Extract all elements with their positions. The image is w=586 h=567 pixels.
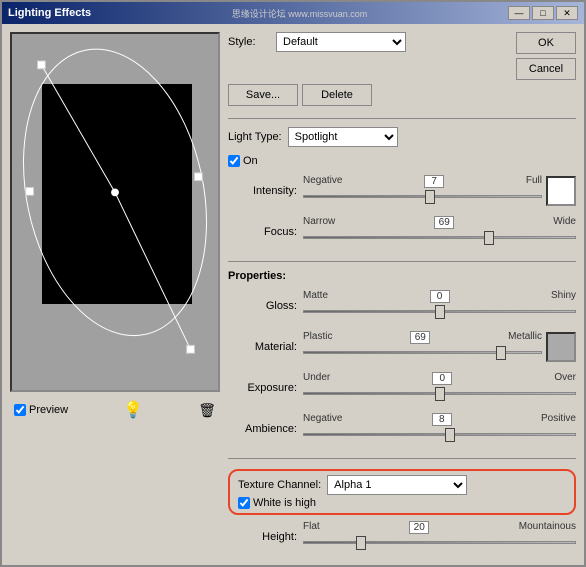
intensity-right-label: Full	[526, 175, 542, 188]
exposure-label: Exposure:	[228, 382, 303, 394]
exposure-right-label: Over	[554, 372, 576, 385]
focus-left-label: Narrow	[303, 216, 335, 229]
right-panel: Style: Default OK Cancel Save... Delete …	[228, 32, 576, 557]
trash-icon[interactable]: 🗑	[198, 402, 216, 419]
height-right-label: Mountainous	[519, 521, 576, 534]
ambience-slider-container: Negative 8 Positive	[303, 413, 576, 444]
light-icon[interactable]: 💡	[123, 400, 143, 420]
intensity-slider-container: Negative 7 Full	[303, 175, 542, 206]
maximize-button[interactable]: □	[532, 6, 554, 20]
title-bar-buttons: — □ ✕	[508, 6, 578, 20]
exposure-row: Exposure: Under 0 Over	[228, 372, 576, 403]
style-select[interactable]: Default	[276, 32, 406, 52]
material-row: Material: Plastic 69 Metallic	[228, 331, 576, 362]
cancel-button[interactable]: Cancel	[516, 58, 576, 80]
ambience-right-label: Positive	[541, 413, 576, 426]
texture-section: Texture Channel: None Alpha 1 Alpha 2 Wh…	[228, 469, 576, 515]
height-row: Height: Flat 20 Mountainous	[228, 521, 576, 552]
white-is-high-label: White is high	[253, 497, 316, 509]
material-left-label: Plastic	[303, 331, 332, 344]
dialog-content: Preview 💡 🗑 Style: Default OK Cancel	[2, 24, 584, 565]
height-label: Height:	[228, 531, 303, 543]
focus-right-label: Wide	[553, 216, 576, 229]
material-slider[interactable]	[303, 345, 542, 359]
preview-label: Preview	[29, 404, 68, 416]
style-label: Style:	[228, 36, 268, 48]
style-row: Style: Default	[228, 32, 406, 52]
close-button[interactable]: ✕	[556, 6, 578, 20]
focus-slider[interactable]	[303, 230, 576, 244]
material-right-label: Metallic	[508, 331, 542, 344]
save-delete-row: Save... Delete	[228, 84, 576, 106]
gloss-slider[interactable]	[303, 304, 576, 318]
intensity-slider[interactable]	[303, 189, 542, 203]
height-slider-container: Flat 20 Mountainous	[303, 521, 576, 552]
texture-channel-label: Texture Channel:	[238, 479, 321, 491]
left-panel: Preview 💡 🗑	[10, 32, 220, 557]
save-button[interactable]: Save...	[228, 84, 298, 106]
ambience-slider[interactable]	[303, 427, 576, 441]
exposure-left-label: Under	[303, 372, 330, 385]
preview-canvas	[10, 32, 220, 392]
ambience-left-label: Negative	[303, 413, 342, 426]
material-slider-container: Plastic 69 Metallic	[303, 331, 542, 362]
intensity-row: Intensity: Negative 7 Full	[228, 175, 576, 206]
gloss-label: Gloss:	[228, 300, 303, 312]
gloss-row: Gloss: Matte 0 Shiny	[228, 290, 576, 321]
ambience-label: Ambience:	[228, 423, 303, 435]
intensity-value: 7	[424, 175, 444, 188]
lighting-effects-dialog: Lighting Effects 思缘设计论坛 www.missvuan.com…	[0, 0, 586, 567]
height-value: 20	[409, 521, 429, 534]
title-bar: Lighting Effects 思缘设计论坛 www.missvuan.com…	[2, 2, 584, 24]
exposure-value: 0	[432, 372, 452, 385]
exposure-slider[interactable]	[303, 386, 576, 400]
delete-button[interactable]: Delete	[302, 84, 372, 106]
focus-slider-container: Narrow 69 Wide	[303, 216, 576, 247]
texture-channel-select[interactable]: None Alpha 1 Alpha 2	[327, 475, 467, 495]
material-label: Material:	[228, 341, 303, 353]
height-left-label: Flat	[303, 521, 320, 534]
light-type-select[interactable]: Spotlight Omni Directional	[288, 127, 398, 147]
ambience-value: 8	[432, 413, 452, 426]
gloss-slider-container: Matte 0 Shiny	[303, 290, 576, 321]
texture-channel-row: Texture Channel: None Alpha 1 Alpha 2	[238, 475, 566, 495]
on-checkbox-row: On	[228, 155, 576, 167]
material-color-swatch[interactable]	[546, 332, 576, 362]
focus-value: 69	[434, 216, 454, 229]
top-right-buttons: OK Cancel	[516, 32, 576, 80]
on-label: On	[243, 155, 258, 167]
ok-button[interactable]: OK	[516, 32, 576, 54]
intensity-color-swatch[interactable]	[546, 176, 576, 206]
gloss-value: 0	[430, 290, 450, 303]
ambience-row: Ambience: Negative 8 Positive	[228, 413, 576, 444]
minimize-button[interactable]: —	[508, 6, 530, 20]
dialog-title: Lighting Effects	[8, 7, 91, 19]
white-is-high-checkbox[interactable]	[238, 497, 250, 509]
gloss-left-label: Matte	[303, 290, 328, 303]
exposure-slider-container: Under 0 Over	[303, 372, 576, 403]
properties-title: Properties:	[228, 270, 576, 282]
preview-controls: Preview 💡 🗑	[10, 398, 220, 422]
preview-check: Preview	[14, 404, 68, 416]
focus-row: Focus: Narrow 69 Wide	[228, 216, 576, 247]
watermark: 思缘设计论坛 www.missvuan.com	[232, 7, 368, 20]
white-is-high-row: White is high	[238, 497, 566, 509]
light-type-label: Light Type:	[228, 131, 282, 143]
on-checkbox[interactable]	[228, 155, 240, 167]
light-type-row: Light Type: Spotlight Omni Directional	[228, 127, 576, 147]
intensity-label: Intensity:	[228, 185, 303, 197]
focus-label: Focus:	[228, 226, 303, 238]
height-slider[interactable]	[303, 535, 576, 549]
intensity-left-label: Negative	[303, 175, 342, 188]
preview-checkbox[interactable]	[14, 404, 26, 416]
gloss-right-label: Shiny	[551, 290, 576, 303]
canvas-svg	[12, 34, 218, 390]
material-value: 69	[410, 331, 430, 344]
